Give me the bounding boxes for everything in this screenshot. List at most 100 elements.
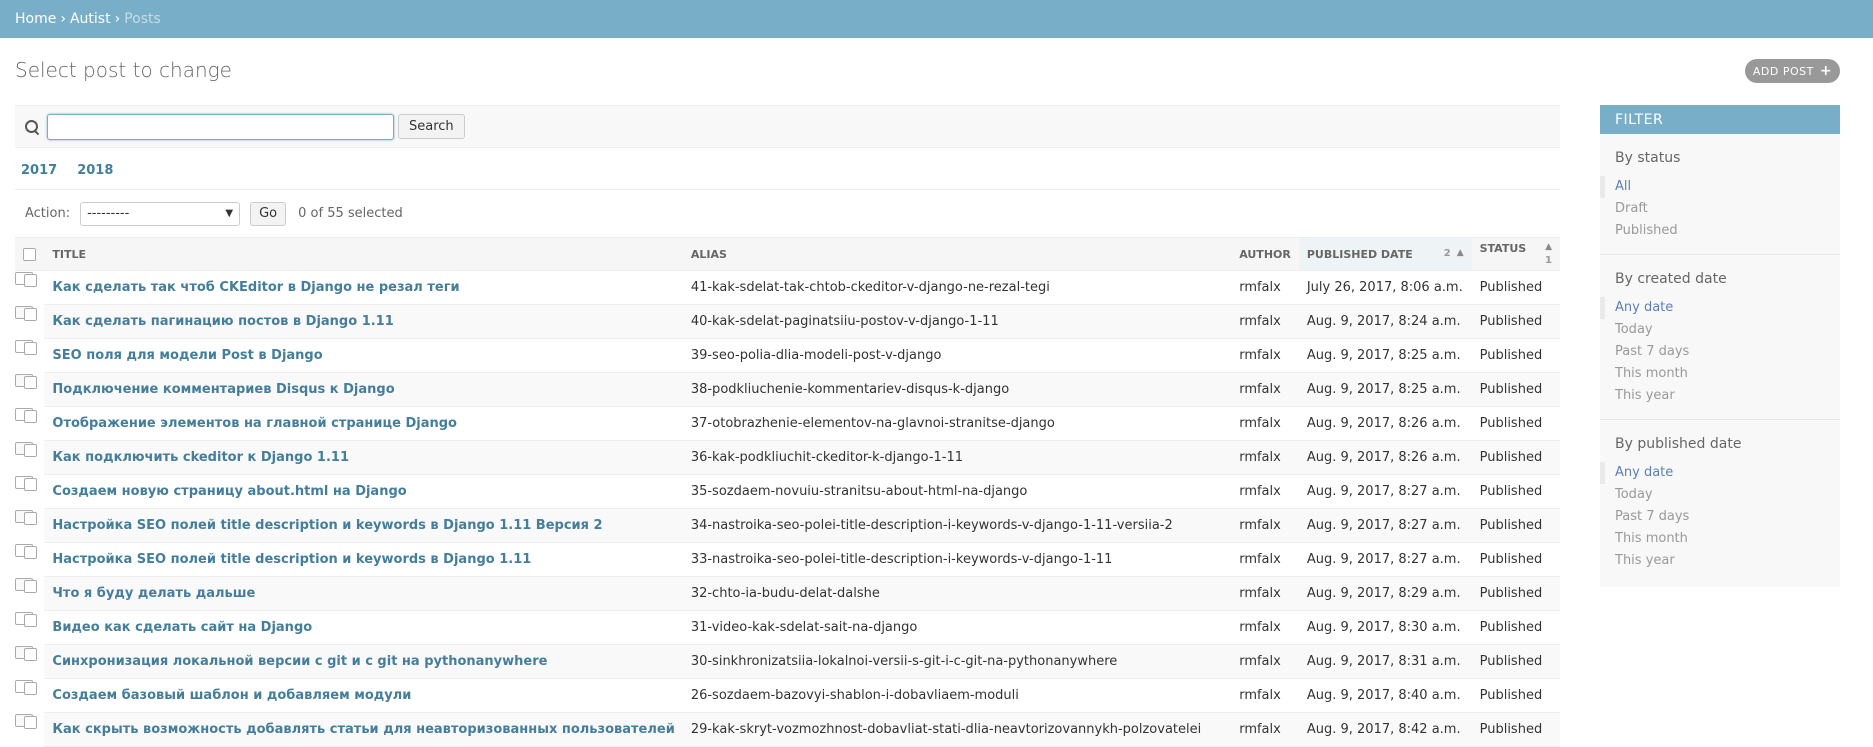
row-author: rmfalx [1231, 372, 1299, 407]
table-row: Как подключить ckeditor к Django 1.11 36-… [15, 440, 1560, 475]
filter-option: This month [1600, 528, 1840, 550]
row-title-link[interactable]: Настройка SEO полей title description и … [52, 518, 602, 533]
row-title-link[interactable]: Что я буду делать дальше [52, 586, 255, 601]
sort-ascending-icon[interactable]: ▲ [1545, 242, 1552, 252]
add-post-button[interactable]: Add post + [1745, 59, 1840, 83]
breadcrumb-separator: › [60, 11, 66, 27]
filter-option-link[interactable]: Past 7 days [1615, 509, 1689, 524]
row-title: SEO поля для модели Post в Django [44, 338, 683, 373]
search-input[interactable] [47, 113, 394, 140]
row-title-link[interactable]: Как сделать так чтоб CKEditor в Django н… [52, 280, 459, 295]
row-checkbox[interactable] [24, 715, 37, 729]
go-button[interactable]: Go [250, 201, 287, 226]
row-title: Видео как сделать сайт на Django [44, 610, 683, 645]
column-header-status[interactable]: Status ▲ 1 [1471, 237, 1560, 271]
row-checkbox[interactable] [24, 579, 37, 593]
row-title-link[interactable]: Как сделать пагинацию постов в Django 1.… [52, 314, 393, 329]
row-checkbox[interactable] [24, 443, 37, 457]
filter-option-link[interactable]: Any date [1615, 465, 1673, 480]
filter-title: Filter [1600, 105, 1840, 134]
row-checkbox[interactable] [24, 274, 37, 287]
sort-ascending-icon[interactable]: ▲ [1457, 248, 1464, 258]
date-link-2018[interactable]: 2018 [77, 163, 113, 178]
row-title-link[interactable]: Настройка SEO полей title description и … [52, 552, 531, 567]
row-title: Что я буду делать дальше [44, 576, 683, 611]
filter-option-link[interactable]: This month [1615, 366, 1688, 381]
row-alias: 26-sozdaem-bazovyi-shablon-i-dobavliaem-… [682, 678, 1232, 713]
row-status: Published [1471, 576, 1560, 611]
filter-option: This month [1600, 363, 1840, 385]
action-label: Action: [25, 206, 71, 221]
add-post-label: Add post [1752, 64, 1814, 78]
filter-option: Draft [1600, 198, 1840, 220]
row-checkbox[interactable] [24, 511, 37, 525]
column-header-published-label: Published date [1306, 247, 1413, 261]
row-status: Published [1471, 304, 1560, 339]
row-title: Как сделать пагинацию постов в Django 1.… [44, 304, 683, 339]
row-checkbox[interactable] [24, 409, 37, 423]
search-button[interactable]: Search [398, 114, 465, 139]
row-checkbox[interactable] [24, 613, 37, 627]
action-select[interactable]: --------- ▼ [80, 201, 241, 226]
row-checkbox[interactable] [24, 477, 37, 491]
filter-option-link[interactable]: This year [1615, 388, 1675, 403]
row-published-date: Aug. 9, 2017, 8:30 a.m. [1298, 610, 1472, 645]
filter-option: Any date [1600, 462, 1840, 484]
table-row: Настройка SEO полей title description и … [15, 508, 1560, 543]
row-published-date: Aug. 9, 2017, 8:40 a.m. [1298, 678, 1472, 713]
row-checkbox[interactable] [24, 341, 37, 355]
row-alias: 36-kak-podkliuchit-ckeditor-k-django-1-1… [682, 440, 1232, 475]
select-all-checkbox[interactable] [23, 247, 36, 261]
filter-option: This year [1600, 385, 1840, 407]
row-author: rmfalx [1231, 270, 1299, 305]
filter-option-link[interactable]: Today [1615, 487, 1653, 502]
breadcrumb-app[interactable]: Autist [70, 11, 111, 27]
filter-option-link[interactable]: This month [1615, 531, 1688, 546]
row-checkbox[interactable] [24, 307, 37, 321]
row-status: Published [1471, 270, 1560, 305]
row-title-link[interactable]: Подключение комментариев Disqus к Django [52, 382, 394, 397]
breadcrumb-home[interactable]: Home [15, 11, 56, 27]
row-title-link[interactable]: Как подключить ckeditor к Django 1.11 [52, 450, 349, 465]
column-header-published-date[interactable]: Published date ▲ 2 [1298, 237, 1472, 271]
row-author: rmfalx [1231, 474, 1299, 509]
row-status: Published [1471, 406, 1560, 441]
date-link-2017[interactable]: 2017 [21, 163, 57, 178]
row-published-date: Aug. 9, 2017, 8:27 a.m. [1298, 542, 1472, 577]
row-title-link[interactable]: SEO поля для модели Post в Django [52, 348, 322, 363]
row-checkbox-cell [15, 543, 37, 559]
filter-option-link[interactable]: All [1615, 179, 1631, 194]
column-header-author[interactable]: Author [1231, 237, 1299, 271]
row-title-link[interactable]: Создаем базовый шаблон и добавляем модул… [52, 688, 411, 703]
filter-option-link[interactable]: Today [1615, 322, 1653, 337]
filter-option-link[interactable]: Any date [1615, 300, 1673, 315]
column-header-title[interactable]: Title [44, 237, 683, 271]
row-title-link[interactable]: Создаем новую страницу about.html на Dja… [52, 484, 406, 499]
row-alias: 29-kak-skryt-vozmozhnost-dobavliat-stati… [682, 712, 1232, 747]
filter-option-link[interactable]: Past 7 days [1615, 344, 1689, 359]
filter-option-link[interactable]: Draft [1615, 201, 1648, 216]
table-row: Настройка SEO полей title description и … [15, 542, 1560, 577]
filter-option-link[interactable]: Published [1615, 223, 1678, 238]
row-checkbox[interactable] [24, 545, 37, 559]
row-checkbox[interactable] [24, 375, 37, 389]
row-checkbox[interactable] [24, 681, 37, 695]
filter-option-list: All Draft Published [1600, 176, 1840, 255]
filter-option-link[interactable]: This year [1615, 553, 1675, 568]
row-published-date: Aug. 9, 2017, 8:42 a.m. [1298, 712, 1472, 747]
row-title-link[interactable]: Синхронизация локальной версии с git и с… [52, 654, 547, 669]
row-alias: 30-sinkhronizatsiia-lokalnoi-versii-s-gi… [682, 644, 1232, 679]
row-published-date: Aug. 9, 2017, 8:31 a.m. [1298, 644, 1472, 679]
table-row: Как сделать пагинацию постов в Django 1.… [15, 304, 1560, 339]
row-title-link[interactable]: Как скрыть возможность добавлять статьи … [52, 722, 674, 737]
row-status: Published [1471, 678, 1560, 713]
selected-count: 0 of 55 selected [298, 206, 403, 221]
row-status: Published [1471, 372, 1560, 407]
row-title-link[interactable]: Видео как сделать сайт на Django [52, 620, 312, 635]
filter-option: Published [1600, 220, 1840, 242]
row-title-link[interactable]: Отображение элементов на главной страниц… [52, 416, 457, 431]
row-checkbox[interactable] [24, 647, 37, 661]
select-all-header [15, 237, 45, 271]
column-header-alias[interactable]: Alias [682, 237, 1232, 271]
filter-option: All [1600, 176, 1840, 198]
